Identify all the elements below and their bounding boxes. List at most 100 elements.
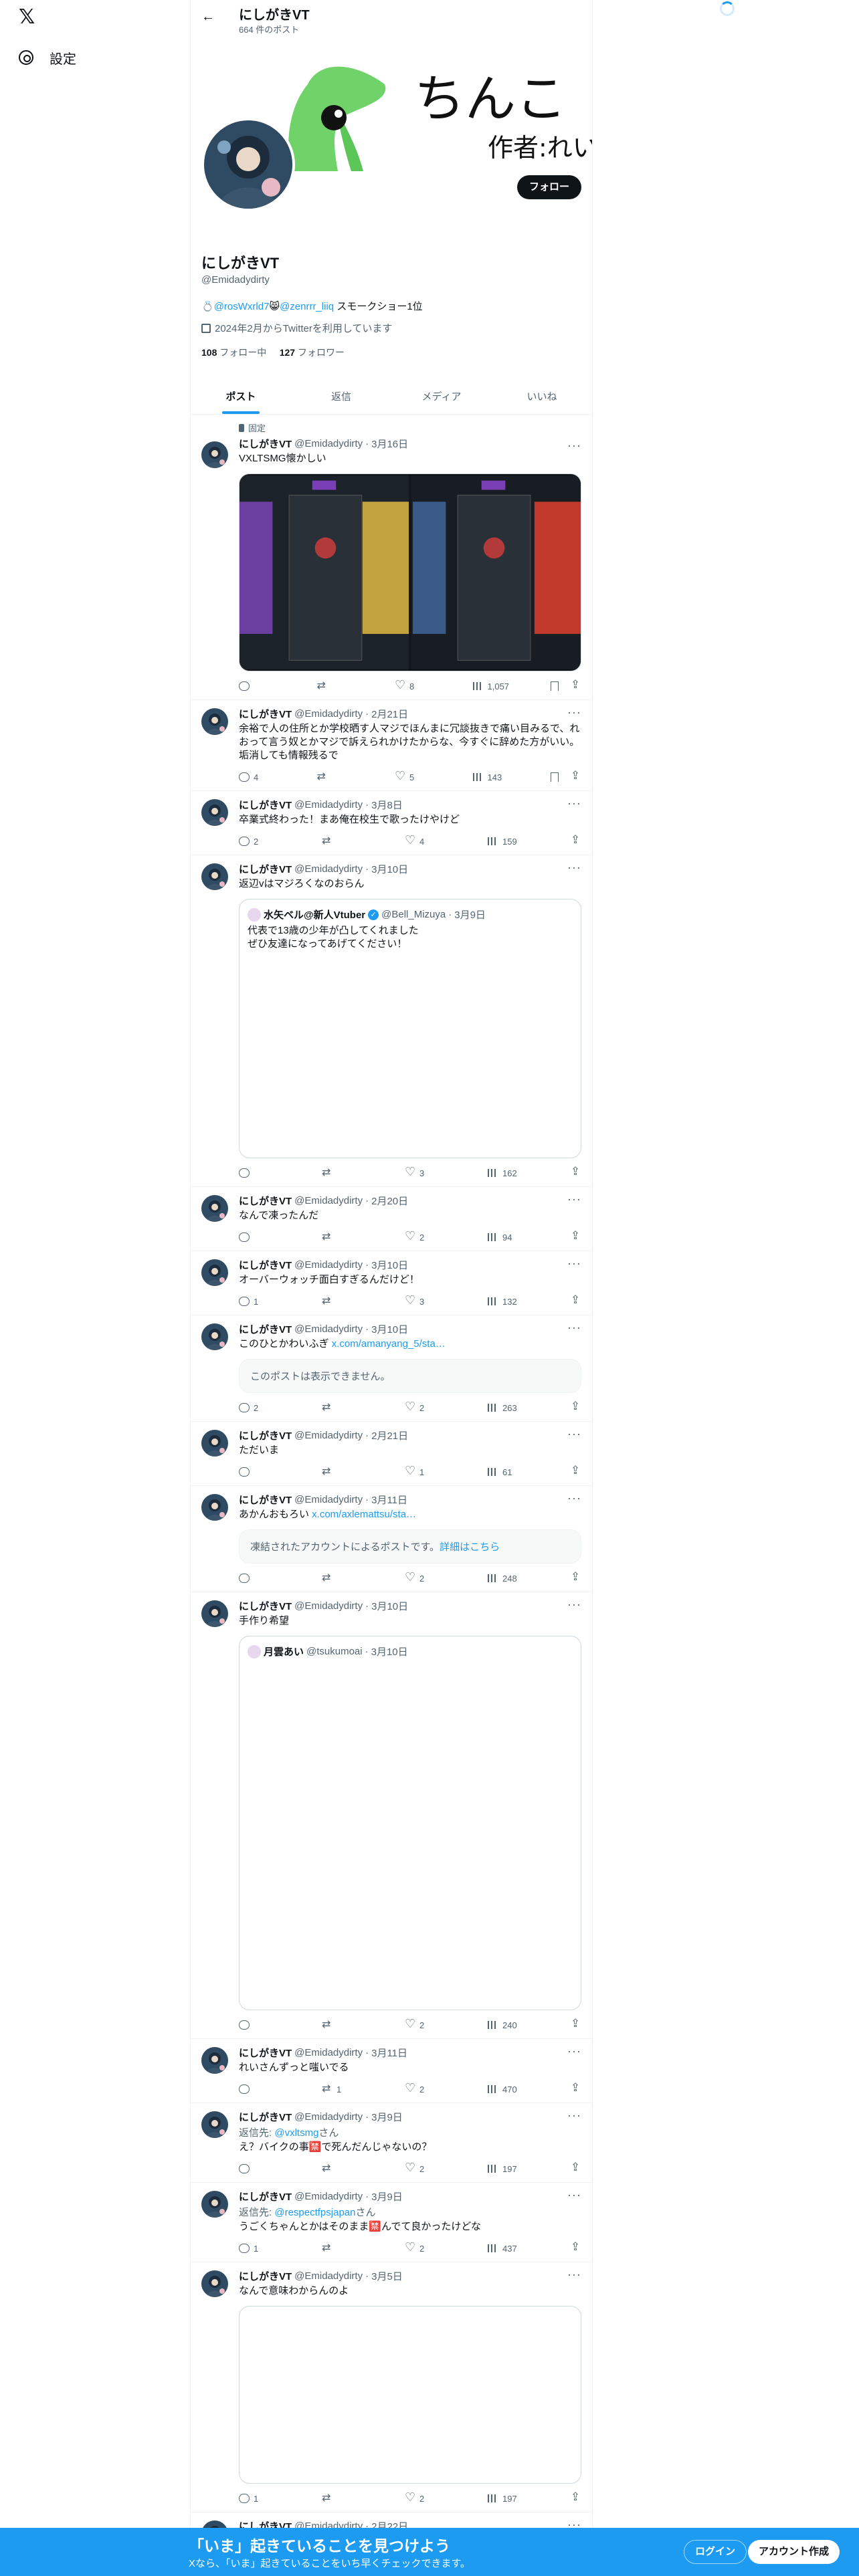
tweet-avatar[interactable] [201, 1600, 228, 1627]
share-icon[interactable] [571, 1464, 581, 1477]
reply-button[interactable] [239, 681, 286, 691]
share-icon[interactable] [571, 769, 581, 782]
tweet-date[interactable]: 2月20日 [371, 1194, 408, 1208]
reply-button[interactable] [239, 1232, 286, 1242]
tab-likes[interactable]: いいね [492, 379, 592, 414]
retweet-button[interactable]: 1 [322, 2082, 369, 2095]
tweet-author-handle[interactable]: @Emidadydirty [294, 2191, 363, 2202]
tweet-date[interactable]: 3月10日 [371, 1599, 408, 1613]
tweet-author-name[interactable]: にしがきVT [239, 2189, 292, 2204]
quoted-tweet[interactable]: 月雲あい @tsukumoai · 3月10日 [239, 1636, 581, 2010]
tweet-date[interactable]: 3月5日 [371, 2269, 403, 2283]
tweet[interactable]: ··· にしがきVT @Emidadydirty · 3月11日 あかんおもろい… [191, 1486, 592, 1592]
more-options-icon[interactable]: ··· [567, 861, 581, 875]
like-button[interactable]: 2 [405, 1400, 452, 1414]
share-icon[interactable] [571, 1293, 581, 1307]
tweet-author-handle[interactable]: @Emidadydirty [294, 1195, 363, 1206]
reply-button[interactable]: 2 [239, 1403, 286, 1413]
tweet-date[interactable]: 3月9日 [371, 2189, 403, 2204]
tweet-avatar[interactable] [201, 441, 228, 468]
tweet-author-name[interactable]: にしがきVT [239, 2110, 292, 2124]
share-icon[interactable] [571, 678, 581, 691]
tweet-date[interactable]: 3月10日 [371, 862, 408, 876]
login-button[interactable]: ログイン [684, 2540, 747, 2564]
retweet-button[interactable] [322, 2161, 369, 2175]
like-button[interactable]: 5 [395, 769, 442, 783]
reply-button[interactable] [239, 1574, 286, 1583]
reply-button[interactable] [239, 2164, 286, 2173]
tweet-avatar[interactable] [201, 2191, 228, 2218]
like-button[interactable]: 4 [405, 833, 452, 847]
tweet[interactable]: 固定 ··· にしがきVT @Emidadydirty · 3月16日 VXLTS… [191, 415, 592, 700]
tweet-avatar[interactable] [201, 1430, 228, 1457]
more-options-icon[interactable]: ··· [567, 1257, 581, 1271]
tweet-date[interactable]: 2月21日 [371, 707, 408, 721]
tweet-avatar[interactable] [201, 2270, 228, 2297]
more-options-icon[interactable]: ··· [567, 1598, 581, 1612]
tweet-author-name[interactable]: にしがきVT [239, 1258, 292, 1272]
views-button[interactable]: 132 [488, 1297, 535, 1307]
more-options-icon[interactable]: ··· [567, 1491, 581, 1505]
tweet-author-handle[interactable]: @Emidadydirty [294, 1323, 363, 1335]
retweet-button[interactable] [322, 2241, 369, 2254]
views-button[interactable]: 197 [488, 2494, 535, 2504]
share-icon[interactable] [571, 2017, 581, 2030]
tweet-avatar[interactable] [201, 2047, 228, 2074]
tweet-date[interactable]: 2月21日 [371, 1428, 408, 1442]
tweet-date[interactable]: 3月10日 [371, 1258, 408, 1272]
share-icon[interactable] [571, 1570, 581, 1584]
follow-button[interactable]: フォロー [516, 175, 581, 199]
views-button[interactable]: 470 [488, 2084, 535, 2095]
followers-link[interactable]: 127 フォロワー [280, 347, 345, 358]
retweet-button[interactable] [322, 1465, 369, 1478]
views-button[interactable]: 143 [472, 772, 520, 782]
views-button[interactable]: 240 [488, 2020, 535, 2030]
share-icon[interactable] [571, 833, 581, 847]
bookmark-icon[interactable] [551, 772, 559, 782]
tweet-link[interactable]: x.com/amanyang_5/sta… [332, 1338, 446, 1350]
retweet-button[interactable] [322, 1400, 369, 1414]
more-options-icon[interactable]: ··· [567, 1427, 581, 1441]
tweet-author-handle[interactable]: @Emidadydirty [294, 2111, 363, 2123]
tweet-date[interactable]: 3月16日 [371, 437, 408, 451]
tweet[interactable]: ··· にしがきVT @Emidadydirty · 3月10日 オーバーウォッ… [191, 1251, 592, 1315]
tweet-author-handle[interactable]: @Emidadydirty [294, 1494, 363, 1505]
tab-media[interactable]: メディア [391, 379, 492, 414]
retweet-button[interactable] [322, 1166, 369, 1179]
reply-button[interactable] [239, 2020, 286, 2030]
retweet-button[interactable] [322, 2018, 369, 2031]
retweet-button[interactable] [322, 1571, 369, 1584]
following-link[interactable]: 108 フォロー中 [201, 347, 266, 358]
retweet-button[interactable] [322, 1294, 369, 1307]
tweet-avatar[interactable] [201, 1323, 228, 1350]
views-button[interactable]: 263 [488, 1403, 535, 1413]
tweet-date[interactable]: 3月8日 [371, 798, 403, 812]
tweet-author-name[interactable]: にしがきVT [239, 1599, 292, 1613]
more-options-icon[interactable]: ··· [567, 796, 581, 811]
tweet-author-name[interactable]: にしがきVT [239, 707, 292, 721]
tweet-author-name[interactable]: にしがきVT [239, 1493, 292, 1507]
share-icon[interactable] [571, 1400, 581, 1413]
tweet-date[interactable]: 3月11日 [371, 2046, 407, 2060]
more-options-icon[interactable]: ··· [567, 439, 581, 453]
tweet[interactable]: ··· にしがきVT @Emidadydirty · 3月8日 卒業式終わった！… [191, 791, 592, 855]
share-icon[interactable] [571, 1229, 581, 1243]
profile-avatar[interactable] [201, 118, 295, 211]
retweet-button[interactable] [317, 770, 364, 783]
like-button[interactable]: 2 [405, 2490, 452, 2504]
like-button[interactable]: 3 [405, 1293, 452, 1307]
tweet-avatar[interactable] [201, 1259, 228, 1286]
tweet[interactable]: ··· にしがきVT @Emidadydirty · 2月20日 なんで凍ったん… [191, 1187, 592, 1251]
notice-details-link[interactable]: 詳細はこちら [440, 1541, 500, 1553]
like-button[interactable]: 2 [405, 1570, 452, 1584]
reply-button[interactable]: 1 [239, 1297, 286, 1307]
more-options-icon[interactable]: ··· [567, 1321, 581, 1335]
retweet-button[interactable] [317, 679, 364, 692]
tweet-author-handle[interactable]: @Emidadydirty [294, 863, 363, 875]
views-button[interactable]: 162 [488, 1168, 535, 1178]
more-options-icon[interactable]: ··· [567, 2268, 581, 2282]
quoted-tweet[interactable]: 水矢ベル@新人Vtuber ✓ @Bell_Mizuya · 3月9日 代表で1… [239, 899, 581, 1158]
views-button[interactable]: 159 [488, 837, 535, 847]
tweet-media-image[interactable] [239, 473, 581, 671]
tweet-author-name[interactable]: にしがきVT [239, 1428, 292, 1442]
